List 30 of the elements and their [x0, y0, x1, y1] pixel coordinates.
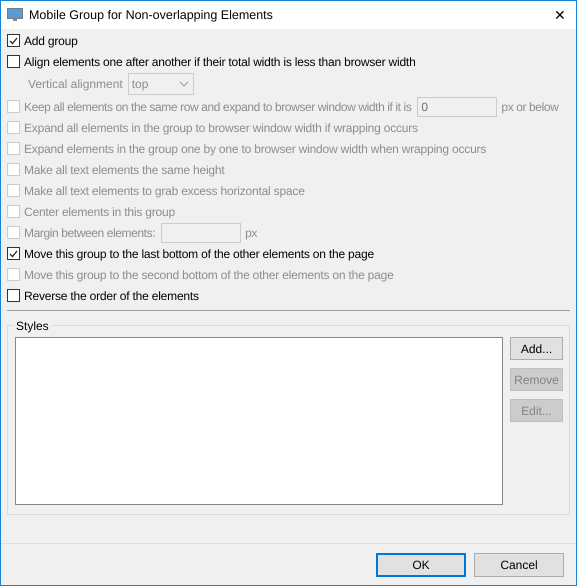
- check-icon: [9, 250, 18, 258]
- checkbox-label: Add group: [24, 32, 78, 50]
- checkbox-label: Reverse the order of the elements: [24, 288, 199, 304]
- checkbox-label: Center elements in this group: [24, 204, 175, 220]
- style-button[interactable]: Add...: [510, 337, 563, 360]
- chevron-down-icon: [178, 81, 189, 87]
- dialog-button[interactable]: Cancel: [474, 552, 564, 576]
- checkbox-label: Expand all elements in the group to browser window width if wrapping occurs: [24, 120, 418, 136]
- checkbox[interactable]: [7, 247, 20, 260]
- number-field[interactable]: [161, 222, 242, 242]
- check-icon: [9, 36, 18, 44]
- window-app-icon: [7, 8, 23, 22]
- unit-label: px: [245, 224, 258, 242]
- checkbox-label: Make all text elements to grab excess horizontal space: [24, 182, 305, 200]
- checkbox[interactable]: [7, 55, 20, 68]
- checkbox-label: Move this group to the last bottom of the other elements on the page: [24, 246, 374, 262]
- close-button[interactable]: ✕: [554, 4, 566, 26]
- checkbox-label: Move this group to the second bottom of the other elements on the page: [24, 266, 394, 284]
- checkbox[interactable]: [7, 34, 20, 47]
- styles-list[interactable]: [15, 337, 503, 505]
- dialog-button[interactable]: OK: [376, 552, 466, 576]
- unit-label: px or below: [501, 98, 558, 116]
- checkbox-label: Margin between elements:: [24, 224, 156, 242]
- checkbox[interactable]: [7, 289, 20, 302]
- checkbox-label: Keep all elements on the same row and expand to browser window width if it is: [24, 98, 412, 116]
- window-title: Mobile Group for Non-overlapping Elements: [29, 6, 274, 24]
- checkbox-label: Expand elements in the group one by one to browser window width when wrapping occurs: [24, 140, 486, 158]
- field-label: Vertical alignment: [28, 76, 123, 93]
- checkbox-label: Align elements one after another if their total width is less than browser width: [24, 54, 416, 70]
- checkbox-label: Make all text elements the same height: [24, 162, 225, 178]
